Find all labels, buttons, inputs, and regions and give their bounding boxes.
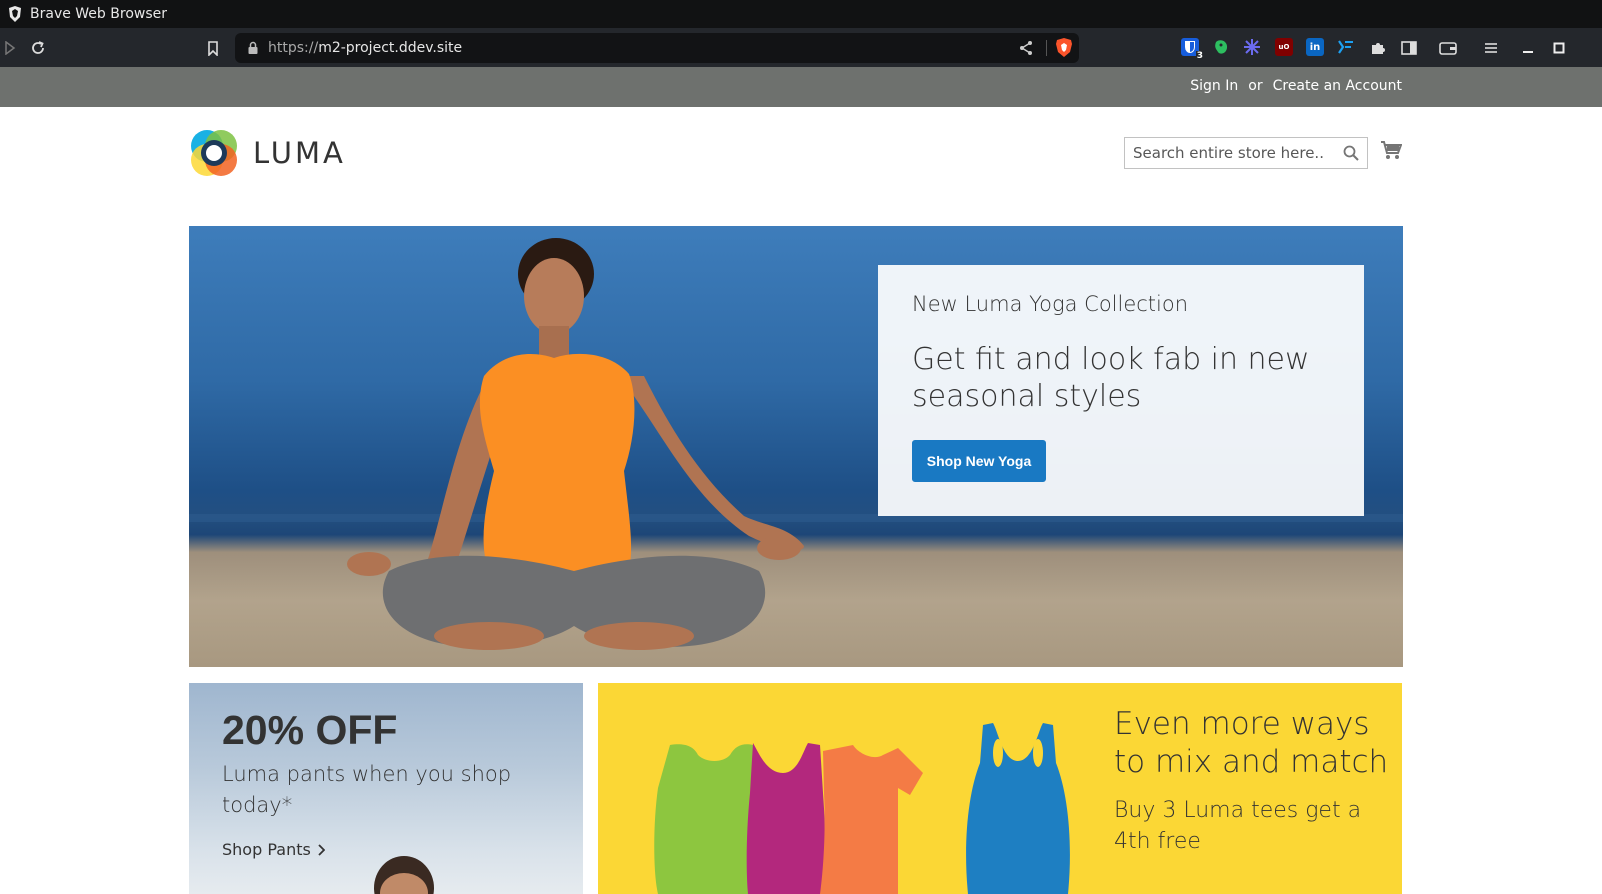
evernote-icon[interactable] xyxy=(1212,38,1230,56)
sidebar-button[interactable] xyxy=(1399,38,1419,58)
shop-pants-link[interactable]: Shop Pants xyxy=(222,840,325,859)
url-scheme: https:// xyxy=(268,40,319,56)
share-icon[interactable] xyxy=(1019,40,1033,56)
wallet-icon xyxy=(1439,42,1457,55)
brave-app-icon xyxy=(9,6,21,22)
shop-new-yoga-button[interactable]: Shop New Yoga xyxy=(912,440,1046,482)
hero-title: Get fit and look fab in new seasonal sty… xyxy=(912,342,1310,414)
extensions-button[interactable] xyxy=(1368,38,1388,58)
logo-text: LUMA xyxy=(253,136,346,170)
minimize-button[interactable] xyxy=(1518,38,1538,58)
forward-button[interactable] xyxy=(0,38,20,58)
store-panel-header: Sign In or Create an Account xyxy=(0,67,1602,107)
or-label: or xyxy=(1248,78,1263,94)
ublock-icon[interactable]: uO xyxy=(1275,38,1293,56)
store-logo[interactable]: LUMA xyxy=(189,128,346,178)
menu-button[interactable] xyxy=(1481,38,1501,58)
maximize-button[interactable] xyxy=(1549,38,1569,58)
promo-text: Luma pants when you shop today* xyxy=(222,762,512,817)
tees-subtitle: Buy 3 Luma tees get a 4th free xyxy=(1114,798,1362,854)
lock-icon xyxy=(248,41,258,54)
window-titlebar: Brave Web Browser xyxy=(0,0,1602,28)
hero-subtitle: New Luma Yoga Collection xyxy=(912,292,1189,316)
bitwarden-badge: 3 xyxy=(1195,51,1204,61)
promo-headline: 20% OFF xyxy=(222,707,398,753)
puzzle-icon xyxy=(1372,43,1385,54)
hero-card: New Luma Yoga Collection Get fit and loo… xyxy=(878,265,1364,516)
url-text: https://m2-project.ddev.site xyxy=(268,40,462,56)
forward-icon xyxy=(5,41,16,55)
address-bar[interactable]: https://m2-project.ddev.site xyxy=(235,33,1079,63)
url-separator xyxy=(1046,40,1047,56)
tees-title: Even more ways to mix and match xyxy=(1114,706,1389,780)
bitwarden-icon[interactable]: 3 xyxy=(1181,38,1204,61)
brave-shields-icon[interactable] xyxy=(1055,38,1073,58)
linkedin-icon[interactable]: in xyxy=(1306,38,1324,56)
promo-tees-block[interactable]: Even more ways to mix and match Buy 3 Lu… xyxy=(598,683,1402,894)
search-box xyxy=(1124,137,1368,169)
hero-banner: New Luma Yoga Collection Get fit and loo… xyxy=(189,226,1403,667)
url-host: m2-project.ddev.site xyxy=(318,40,463,56)
header-links: Sign In or Create an Account xyxy=(1190,78,1402,94)
promo-pants-block[interactable]: 20% OFF Luma pants when you shop today* … xyxy=(189,683,583,894)
bookmark-icon xyxy=(208,40,218,56)
window-title: Brave Web Browser xyxy=(30,6,167,22)
reload-icon xyxy=(32,41,44,54)
shop-pants-label: Shop Pants xyxy=(222,840,311,859)
minimize-icon xyxy=(1523,51,1533,53)
browser-toolbar: https://m2-project.ddev.site 3 uO in xyxy=(0,28,1602,67)
snowflake-icon[interactable] xyxy=(1243,38,1261,56)
reload-button[interactable] xyxy=(28,38,48,58)
bookmark-button[interactable] xyxy=(203,38,223,58)
hamburger-icon xyxy=(1485,43,1497,53)
tees-illustration xyxy=(654,723,1070,894)
chevron-right-icon xyxy=(318,843,325,856)
sign-in-link[interactable]: Sign In xyxy=(1190,78,1238,94)
search-icon[interactable] xyxy=(1343,145,1359,161)
maximize-icon xyxy=(1553,42,1565,54)
sidebar-icon xyxy=(1401,41,1417,55)
search-input[interactable] xyxy=(1125,138,1325,168)
create-account-link[interactable]: Create an Account xyxy=(1273,78,1402,94)
luma-logo-icon xyxy=(191,130,237,176)
wallet-button[interactable] xyxy=(1438,38,1458,58)
cart-icon[interactable] xyxy=(1380,140,1402,160)
devtools-icon[interactable] xyxy=(1337,38,1355,56)
